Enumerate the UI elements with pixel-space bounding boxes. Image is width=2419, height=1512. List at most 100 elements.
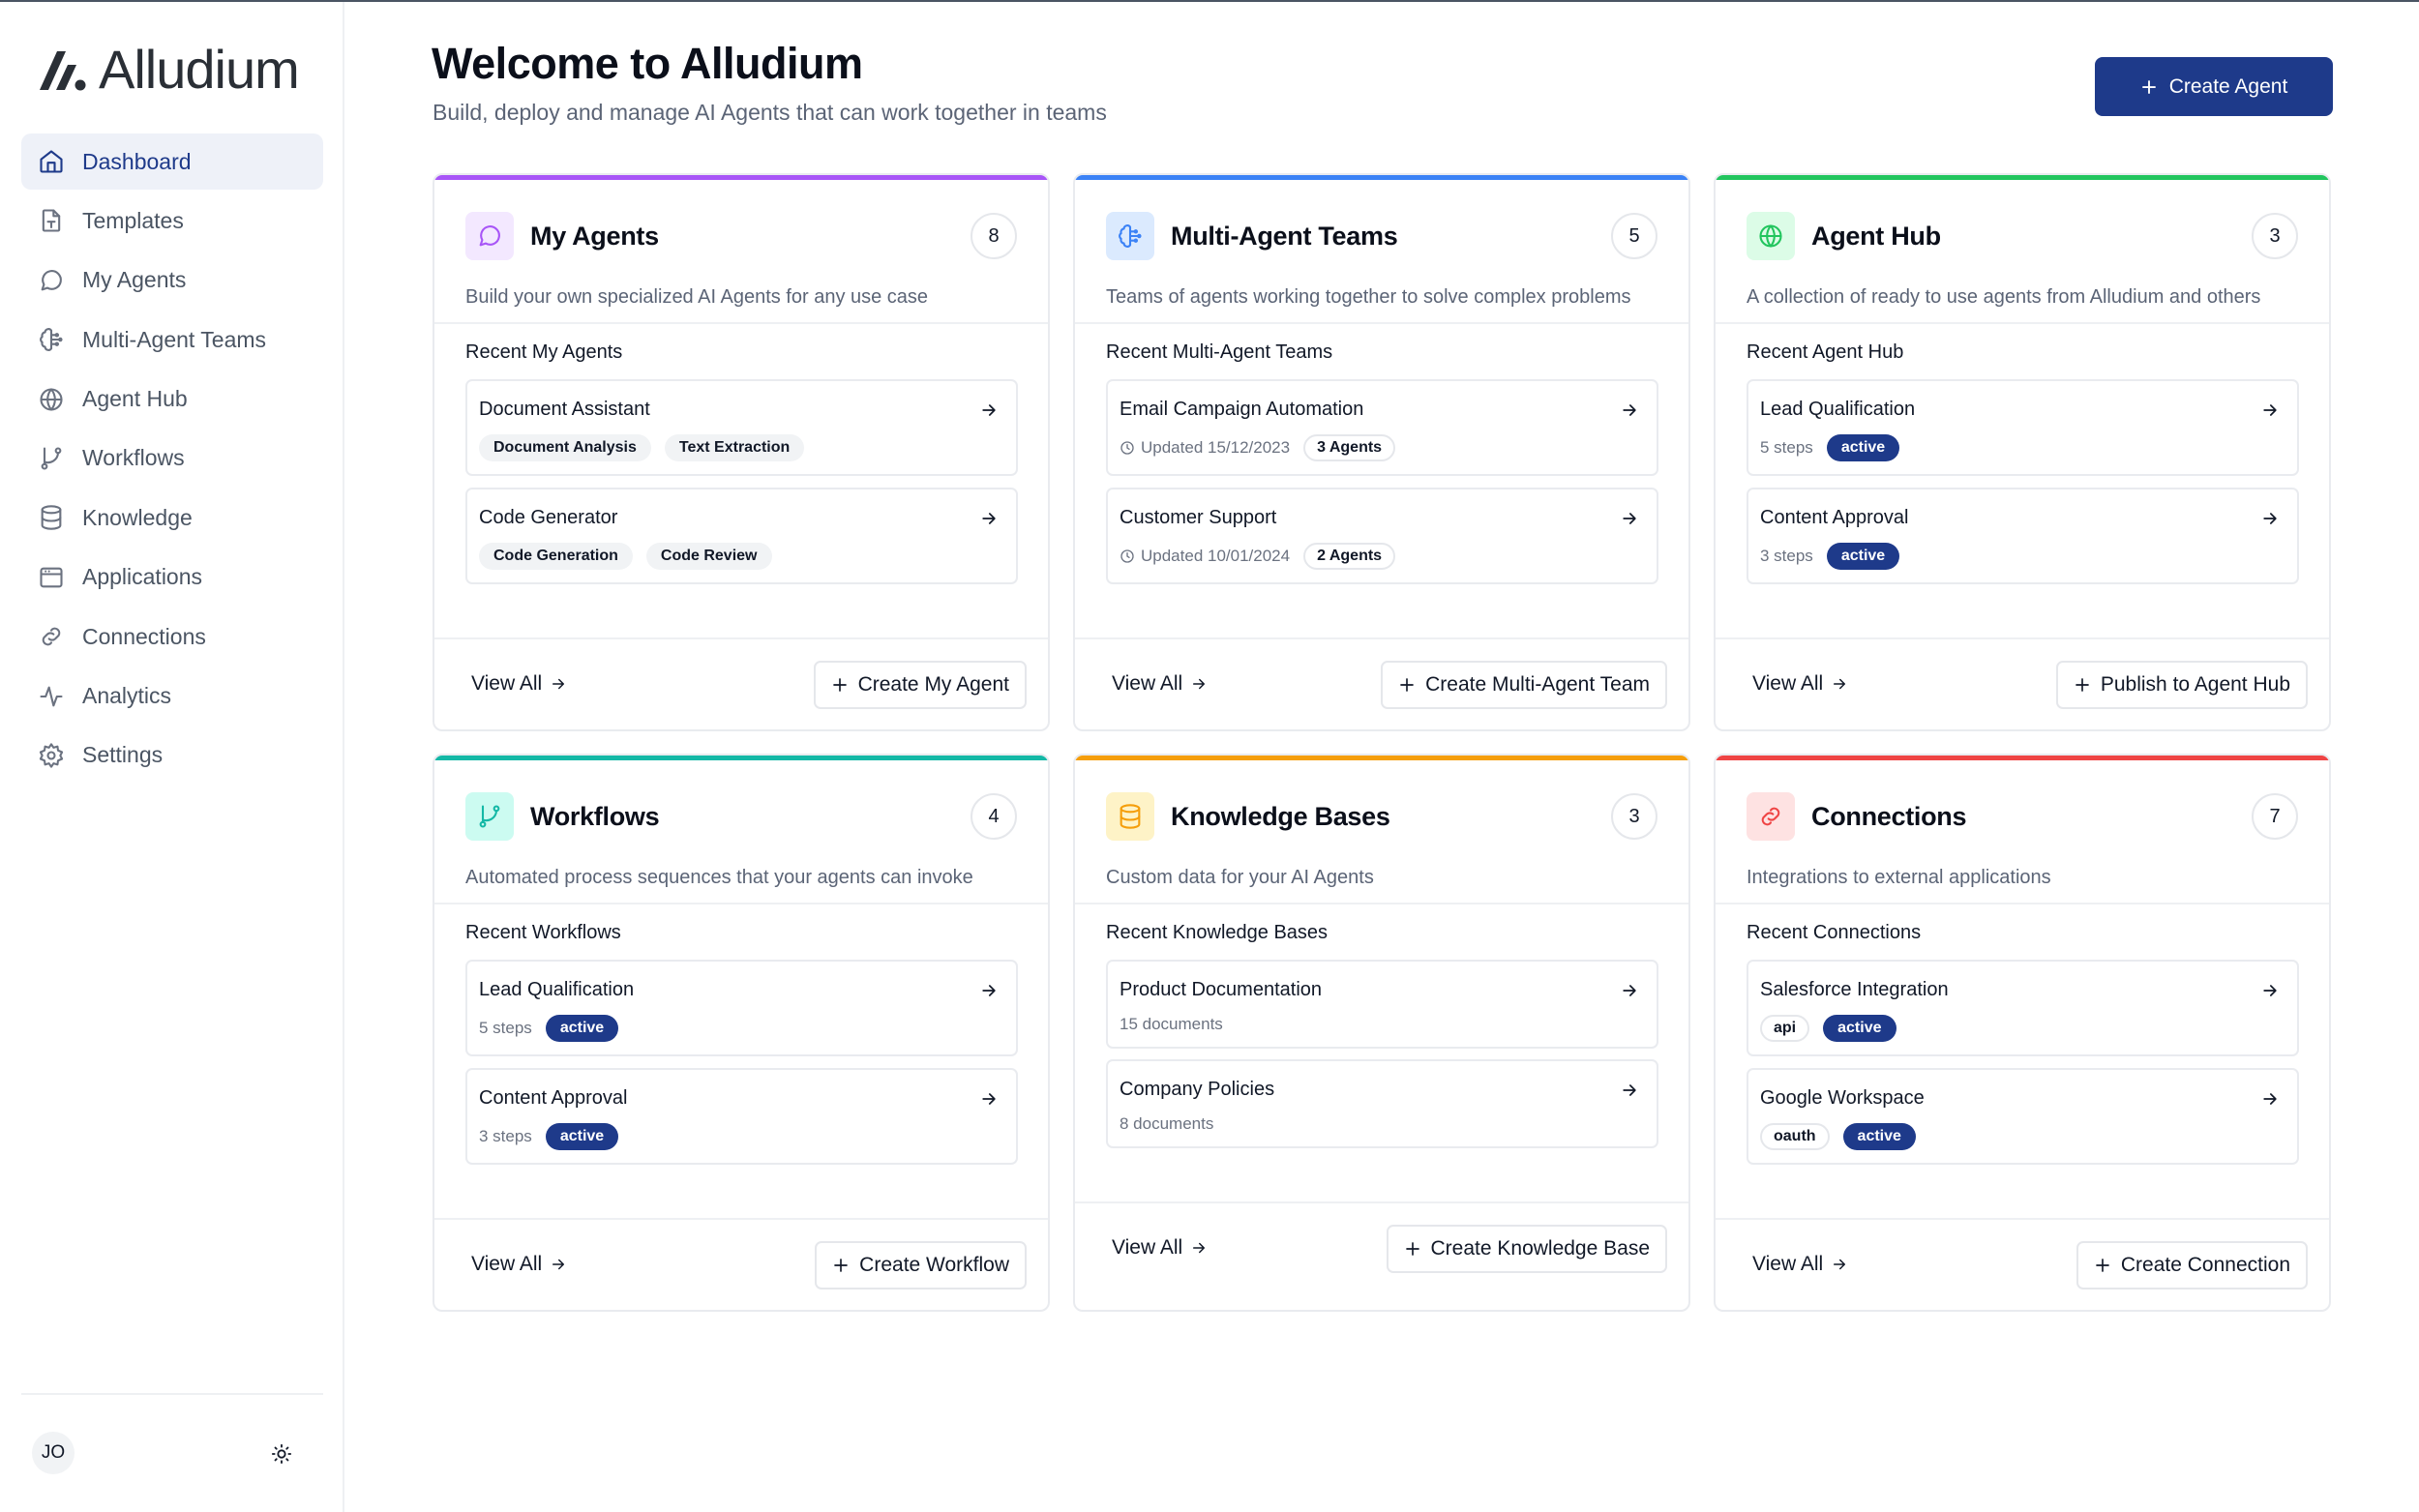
app-logo[interactable]: Alludium [37, 41, 300, 99]
list-item[interactable]: Salesforce Integration api active [1747, 960, 2299, 1056]
card-title: My Agents [530, 221, 659, 251]
clock-icon [1120, 441, 1134, 455]
status-badge: active [545, 1123, 619, 1150]
view-all-link[interactable]: View All [1752, 1253, 1848, 1276]
action-label: Publish to Agent Hub [2100, 673, 2290, 696]
arrow-right-icon [1620, 400, 1639, 420]
card-count-badge: 3 [1611, 793, 1657, 840]
list-item[interactable]: Content Approval 3 steps active [1747, 488, 2299, 584]
create-knowledge-base-button[interactable]: Create Knowledge Base [1386, 1225, 1667, 1273]
arrow-right-icon [1620, 1081, 1639, 1100]
plus-icon [1405, 1242, 1419, 1256]
plus-icon [832, 678, 847, 692]
card-count-badge: 5 [1611, 213, 1657, 259]
card-accent-bar [434, 175, 1048, 180]
sidebar-item-agent-hub[interactable]: Agent Hub [21, 371, 323, 428]
step-count: 3 steps [479, 1127, 532, 1145]
theme-toggle-button[interactable] [269, 1441, 294, 1467]
list-item[interactable]: Customer Support Updated 10/01/2024 2 Ag… [1106, 488, 1658, 584]
list-item[interactable]: Content Approval 3 steps active [465, 1068, 1018, 1165]
item-title: Customer Support [1120, 507, 1277, 528]
card-header: My Agents [465, 212, 659, 260]
database-icon [37, 503, 66, 532]
updated-text: Updated 10/01/2024 [1141, 547, 1291, 565]
activity-icon [37, 682, 66, 711]
link-icon [1747, 792, 1795, 841]
sidebar-item-multi-agent-teams[interactable]: Multi-Agent Teams [21, 311, 323, 368]
view-all-link[interactable]: View All [1112, 1236, 1208, 1260]
sidebar-item-applications[interactable]: Applications [21, 549, 323, 606]
action-label: Create Multi-Agent Team [1425, 673, 1650, 696]
step-count: 3 steps [1760, 547, 1813, 565]
view-all-link[interactable]: View All [471, 1253, 567, 1276]
card-divider [1716, 903, 2329, 904]
view-all-label: View All [471, 1253, 543, 1275]
sidebar-item-my-agents[interactable]: My Agents [21, 252, 323, 309]
item-title: Lead Qualification [1760, 399, 1916, 420]
item-meta: 5 steps active [479, 1015, 619, 1042]
create-connection-button[interactable]: Create Connection [2076, 1241, 2308, 1290]
item-meta: 5 steps active [1760, 434, 1900, 461]
recent-label: Recent Workflows [465, 922, 621, 943]
card-footer-divider [434, 1218, 1048, 1220]
sidebar-item-templates[interactable]: Templates [21, 193, 323, 249]
card-title: Workflows [530, 801, 660, 831]
card-accent-bar [1075, 175, 1688, 180]
list-item[interactable]: Company Policies 8 documents [1106, 1059, 1658, 1148]
list-item[interactable]: Document Assistant Document Analysis Tex… [465, 379, 1018, 476]
create-multi-agent-team-button[interactable]: Create Multi-Agent Team [1381, 661, 1667, 709]
plus-icon [2076, 678, 2089, 692]
list-item[interactable]: Email Campaign Automation Updated 15/12/… [1106, 379, 1658, 476]
list-item[interactable]: Code Generator Code Generation Code Revi… [465, 488, 1018, 584]
sidebar-item-workflows[interactable]: Workflows [21, 430, 323, 487]
card-description: A collection of ready to use agents from… [1747, 286, 2261, 308]
knowledge-bases-card: Knowledge Bases 3 Custom data for your A… [1073, 754, 1690, 1312]
item-meta: 3 steps active [479, 1123, 619, 1150]
sidebar-item-label: Templates [82, 207, 184, 233]
item-title: Code Generator [479, 507, 618, 528]
agent-count-badge: 3 Agents [1303, 434, 1396, 461]
arrow-right-icon [2260, 1089, 2280, 1109]
publish-to-agent-hub-button[interactable]: Publish to Agent Hub [2055, 661, 2308, 709]
user-avatar[interactable]: JO [32, 1432, 75, 1474]
create-workflow-button[interactable]: Create Workflow [815, 1241, 1027, 1290]
list-item[interactable]: Google Workspace oauth active [1747, 1068, 2299, 1165]
card-footer-divider [1716, 1218, 2329, 1220]
list-item[interactable]: Lead Qualification 5 steps active [465, 960, 1018, 1056]
list-item[interactable]: Product Documentation 15 documents [1106, 960, 1658, 1049]
sidebar-item-knowledge[interactable]: Knowledge [21, 489, 323, 546]
sidebar-item-analytics[interactable]: Analytics [21, 668, 323, 725]
card-accent-bar [1075, 756, 1688, 760]
item-meta: api active [1760, 1015, 1896, 1042]
card-description: Integrations to external applications [1747, 867, 2051, 888]
sidebar-item-dashboard[interactable]: Dashboard [21, 133, 323, 190]
view-all-link[interactable]: View All [471, 672, 567, 696]
view-all-link[interactable]: View All [1752, 672, 1848, 696]
document-count: 15 documents [1120, 1015, 1223, 1033]
arrow-right-icon [2260, 981, 2280, 1000]
sidebar-item-label: Multi-Agent Teams [82, 326, 267, 352]
recent-label: Recent My Agents [465, 341, 623, 363]
card-count-badge: 7 [2252, 793, 2298, 840]
arrow-right-icon [1834, 678, 1846, 690]
recent-label: Recent Multi-Agent Teams [1106, 341, 1333, 363]
sidebar-item-settings[interactable]: Settings [21, 727, 323, 784]
list-item[interactable]: Lead Qualification 5 steps active [1747, 379, 2299, 476]
plus-icon [1400, 678, 1414, 692]
item-meta: Updated 15/12/2023 3 Agents [1120, 434, 1396, 461]
card-count-badge: 8 [971, 213, 1017, 259]
gear-icon [37, 741, 66, 770]
card-footer-divider [1716, 637, 2329, 639]
arrow-right-icon [552, 1259, 565, 1270]
sidebar-nav: Dashboard Templates My Agents Multi-Agen… [21, 133, 323, 786]
arrow-right-icon [2260, 509, 2280, 528]
action-label: Create My Agent [857, 673, 1009, 696]
card-divider [434, 322, 1048, 324]
card-header: Connections [1747, 792, 1967, 841]
create-agent-button[interactable]: Create Agent [2095, 57, 2333, 116]
sidebar-item-connections[interactable]: Connections [21, 608, 323, 665]
view-all-link[interactable]: View All [1112, 672, 1208, 696]
connections-card: Connections 7 Integrations to external a… [1714, 754, 2331, 1312]
view-all-label: View All [1752, 672, 1824, 695]
create-my-agent-button[interactable]: Create My Agent [813, 661, 1027, 709]
